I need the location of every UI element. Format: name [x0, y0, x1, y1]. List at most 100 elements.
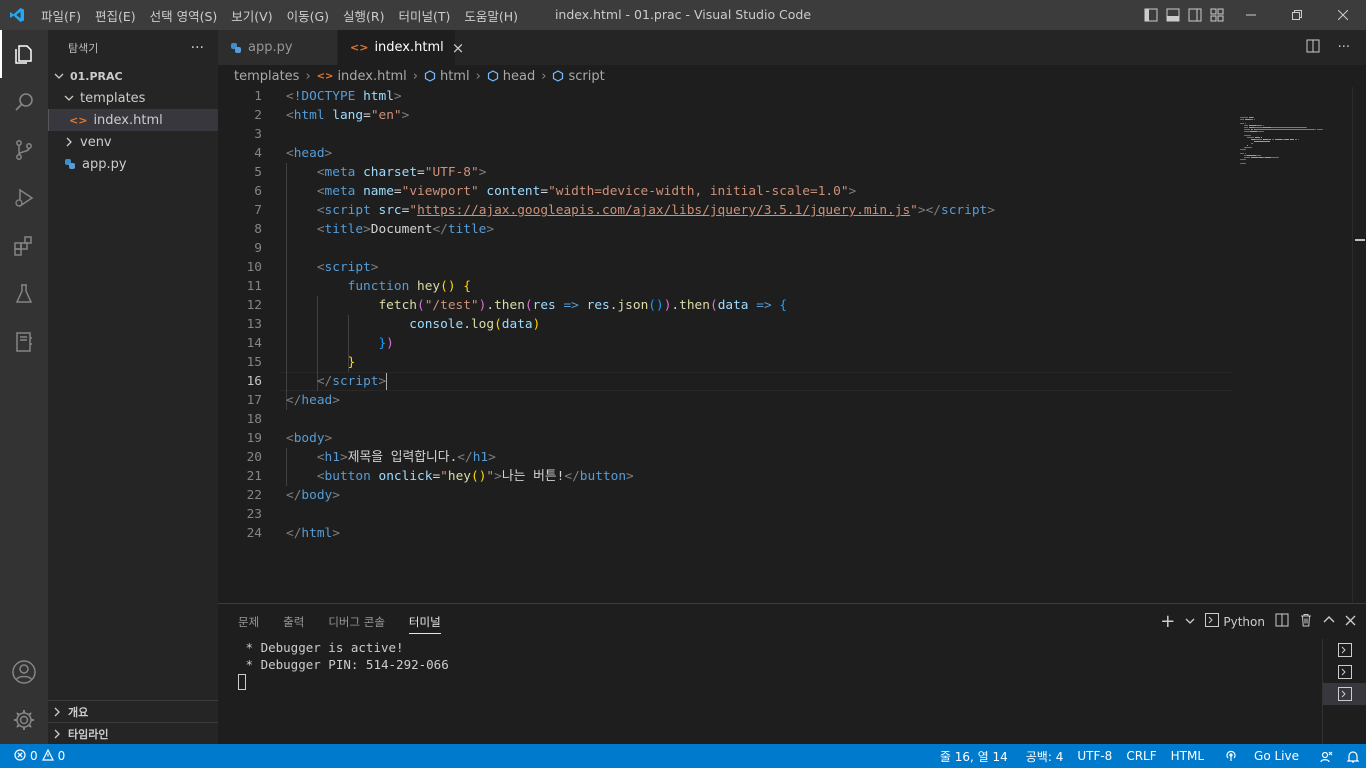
toggle-secondary-sidebar-icon[interactable] — [1184, 0, 1206, 30]
line-number: 16 — [246, 374, 262, 389]
menu-view[interactable]: 보기(V) — [224, 6, 279, 25]
vertical-scrollbar[interactable] — [1352, 87, 1366, 603]
code-token: " — [910, 203, 918, 218]
tree-item-index-html[interactable]: <> index.html — [48, 109, 218, 131]
breadcrumb-item[interactable]: script — [568, 69, 604, 84]
indentation[interactable]: 공백: 4 — [1019, 748, 1071, 765]
code-token: html — [301, 526, 333, 541]
code-token: hey — [417, 279, 441, 294]
code-token: button — [579, 469, 627, 484]
explorer-icon[interactable] — [0, 30, 48, 78]
customize-layout-icon[interactable] — [1206, 0, 1228, 30]
close-window-icon[interactable] — [1320, 0, 1366, 30]
code-token: "en" — [370, 108, 402, 123]
menu-selection[interactable]: 선택 영역(S) — [143, 6, 225, 25]
close-panel-icon[interactable] — [1345, 615, 1356, 629]
minimap[interactable] — [1232, 87, 1352, 603]
outline-section[interactable]: 개요 — [48, 700, 218, 722]
feedback-icon[interactable] — [1313, 750, 1340, 763]
toggle-panel-icon[interactable] — [1162, 0, 1184, 30]
timeline-section[interactable]: 타임라인 — [48, 722, 218, 744]
menu-go[interactable]: 이동(G) — [280, 6, 336, 25]
terminal-instance-icon[interactable] — [1323, 661, 1366, 683]
tree-item-app-py[interactable]: app.py — [48, 153, 218, 175]
notebook-icon[interactable] — [0, 318, 48, 366]
code-token: console — [409, 317, 464, 332]
current-line-highlight — [280, 372, 1232, 391]
code-token: data — [501, 317, 533, 332]
split-editor-icon[interactable] — [1306, 39, 1320, 57]
new-terminal-icon[interactable]: + — [1160, 612, 1175, 631]
menu-file[interactable]: 파일(F) — [34, 6, 88, 25]
warning-icon — [41, 748, 54, 764]
code-token: body — [293, 431, 325, 446]
source-control-icon[interactable] — [0, 126, 48, 174]
tab-label: app.py — [248, 40, 293, 55]
cursor-position[interactable]: 줄 16, 열 14 — [933, 748, 1015, 765]
notifications-bell-icon[interactable] — [1340, 750, 1366, 763]
menu-edit[interactable]: 편집(E) — [88, 6, 143, 25]
end-of-line[interactable]: CRLF — [1119, 749, 1163, 763]
more-actions-icon[interactable]: ··· — [191, 40, 204, 56]
extensions-icon[interactable] — [0, 222, 48, 270]
tree-item-venv[interactable]: venv — [48, 131, 218, 153]
code-editor[interactable]: 1 <!DOCTYPE html> 2 <html lang="en"> 3 4 <head… — [218, 87, 1232, 603]
code-token: " — [409, 203, 418, 218]
folder-root[interactable]: 01.PRAC — [48, 65, 218, 87]
menu-run[interactable]: 실행(R) — [336, 6, 391, 25]
breadcrumb-item[interactable]: head — [503, 69, 535, 84]
testing-icon[interactable] — [0, 270, 48, 318]
terminal-name[interactable]: Python — [1223, 615, 1265, 629]
tab-app-py[interactable]: app.py — [218, 30, 338, 65]
code-token: > — [332, 488, 340, 503]
code-line: <html lang="en"> — [286, 106, 409, 125]
tab-debug-console[interactable]: 디버그 콘솔 — [328, 604, 397, 639]
encoding[interactable]: UTF-8 — [1070, 749, 1119, 763]
restore-icon[interactable] — [1274, 0, 1320, 30]
maximize-panel-icon[interactable] — [1323, 614, 1335, 629]
go-live-button[interactable]: Go Live — [1211, 749, 1313, 763]
tab-output[interactable]: 출력 — [283, 604, 316, 639]
timeline-label: 타임라인 — [68, 727, 109, 741]
tab-terminal[interactable]: 터미널 — [408, 604, 453, 639]
more-actions-icon[interactable]: ··· — [1338, 40, 1350, 55]
tree-item-templates[interactable]: templates — [48, 87, 218, 109]
toggle-sidebar-icon[interactable] — [1140, 0, 1162, 30]
code-line: <h1>제목을 입력합니다.</h1> — [286, 448, 496, 467]
minimap-mark — [1294, 139, 1297, 140]
tab-problems[interactable]: 문제 — [238, 604, 271, 639]
python-file-icon — [64, 158, 76, 170]
menu-help[interactable]: 도움말(H) — [457, 6, 525, 25]
terminal-output[interactable]: * Debugger is active! * Debugger PIN: 51… — [238, 639, 449, 690]
accounts-icon[interactable] — [0, 648, 48, 696]
terminal-line: * Debugger PIN: 514-292-066 — [238, 657, 449, 672]
tab-index-html[interactable]: <> index.html × — [338, 30, 464, 65]
close-tab-icon[interactable]: × — [452, 39, 465, 57]
breadcrumb-item[interactable]: index.html — [337, 69, 406, 84]
problems-status[interactable]: 0 0 — [0, 748, 65, 764]
chevron-down-icon — [52, 71, 66, 81]
search-icon[interactable] — [0, 78, 48, 126]
terminal-instance-icon[interactable] — [1323, 639, 1366, 661]
minimize-icon[interactable] — [1228, 0, 1274, 30]
code-token: < — [316, 184, 325, 199]
settings-gear-icon[interactable] — [0, 696, 48, 744]
menu-terminal[interactable]: 터미널(T) — [392, 6, 458, 25]
line-number: 7 — [254, 203, 262, 218]
language-mode[interactable]: HTML — [1164, 749, 1211, 763]
minimap-mark — [1249, 131, 1258, 132]
chevron-down-icon[interactable] — [1185, 615, 1195, 629]
trash-icon[interactable] — [1299, 613, 1313, 630]
minimap-mark — [1272, 139, 1275, 140]
split-terminal-icon[interactable] — [1275, 613, 1289, 630]
terminal-instance-icon[interactable] — [1323, 683, 1366, 705]
chevron-down-icon — [62, 93, 76, 103]
breadcrumb-item[interactable]: html — [440, 69, 470, 84]
title-bar: 파일(F) 편집(E) 선택 영역(S) 보기(V) 이동(G) 실행(R) 터… — [0, 0, 1366, 30]
run-debug-icon[interactable] — [0, 174, 48, 222]
breadcrumb-item[interactable]: templates — [234, 69, 299, 84]
